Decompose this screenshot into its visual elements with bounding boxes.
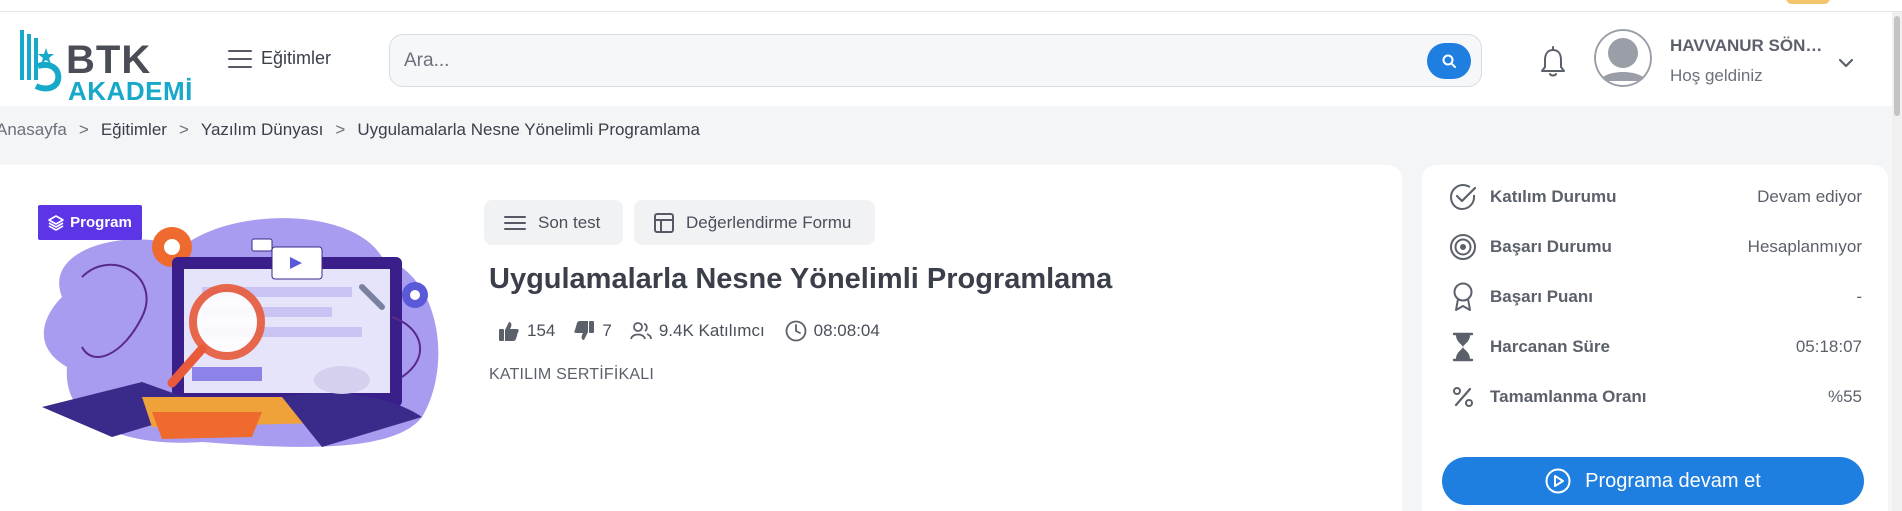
- btk-akademi-logo[interactable]: BTK AKADEMİ: [18, 24, 198, 104]
- education-menu-button[interactable]: Eğitimler: [228, 48, 331, 69]
- evaluation-form-button[interactable]: Değerlendirme Formu: [634, 200, 875, 245]
- check-circle-icon: [1448, 182, 1478, 212]
- chevron-down-icon[interactable]: [1838, 58, 1854, 68]
- search-button[interactable]: [1427, 43, 1471, 79]
- target-icon: [1448, 232, 1478, 262]
- status-row-value: %55: [1827, 387, 1862, 406]
- logo-mark-icon: [20, 30, 62, 92]
- play-circle-icon: [1545, 468, 1571, 494]
- list-icon: [504, 215, 526, 230]
- status-row-score: Başarı Puanı -: [1448, 281, 1862, 313]
- award-icon: [1448, 282, 1478, 312]
- top-notification-pill[interactable]: [1786, 0, 1830, 4]
- user-silhouette-icon: [1594, 29, 1652, 87]
- site-header: BTK AKADEMİ Eğitimler HAVVANUR SÖNMEZ Ho: [0, 12, 1902, 106]
- breadcrumb-separator: >: [178, 120, 189, 139]
- status-row-success: Başarı Durumu Hesaplanmıyor: [1448, 231, 1862, 263]
- status-row-label: Tamamlanma Oranı: [1490, 387, 1647, 406]
- program-badge: Program: [38, 205, 142, 240]
- logo-text-btk: BTK: [66, 38, 152, 82]
- status-row-value: Devam ediyor: [1757, 187, 1862, 206]
- status-row-label: Başarı Puanı: [1490, 287, 1593, 306]
- user-greeting: Hoş geldiniz: [1670, 66, 1763, 85]
- thumbs-up-icon: [499, 322, 519, 341]
- percent-icon: [1448, 382, 1478, 412]
- breadcrumb-educations[interactable]: Eğitimler: [101, 120, 167, 140]
- hourglass-icon: [1448, 332, 1478, 362]
- clock-icon: [785, 320, 807, 342]
- course-duration: 08:08:04: [813, 321, 880, 340]
- like-stat[interactable]: 154: [498, 320, 555, 342]
- continue-program-button[interactable]: Programa devam et: [1442, 457, 1864, 505]
- hamburger-icon: [228, 49, 252, 68]
- search-input[interactable]: [404, 35, 1404, 86]
- breadcrumb-home[interactable]: Anasayfa: [0, 120, 67, 140]
- window-top-strip: [0, 0, 1902, 12]
- logo-text-akademi: AKADEMİ: [68, 76, 193, 106]
- breadcrumb: Anasayfa > Eğitimler > Yazılım Dünyası >…: [0, 120, 700, 140]
- status-row-label: Katılım Durumu: [1490, 187, 1617, 206]
- breadcrumb-software-world[interactable]: Yazılım Dünyası: [201, 120, 324, 140]
- final-test-label: Son test: [538, 212, 601, 232]
- breadcrumb-current: Uygulamalarla Nesne Yönelimli Programlam…: [357, 120, 701, 139]
- form-layout-icon: [654, 212, 674, 233]
- participants-stat: 9.4K Katılımcı: [629, 321, 765, 341]
- user-name: HAVVANUR SÖNMEZ: [1670, 36, 1834, 55]
- status-row-value: -: [1856, 287, 1862, 306]
- status-row-value: 05:18:07: [1795, 337, 1862, 356]
- status-panel: Katılım Durumu Devam ediyor Başarı Durum…: [1422, 165, 1888, 511]
- status-row-completion: Tamamlanma Oranı %55: [1448, 381, 1862, 413]
- status-row-value: Hesaplanmıyor: [1747, 237, 1862, 256]
- dislike-count: 7: [602, 321, 612, 340]
- status-row-label: Harcanan Süre: [1490, 337, 1610, 356]
- page-scrollbar[interactable]: [1892, 12, 1902, 511]
- user-avatar[interactable]: [1594, 29, 1652, 87]
- user-menu[interactable]: HAVVANUR SÖNMEZ Hoş geldiniz: [1670, 36, 1834, 86]
- education-menu-label: Eğitimler: [261, 48, 332, 68]
- breadcrumb-separator: >: [78, 120, 89, 139]
- like-count: 154: [527, 321, 556, 340]
- course-stats: 154 7 9.4K Katılımcı 08:08:04: [498, 320, 880, 342]
- layers-icon: [48, 214, 64, 231]
- status-row-time-spent: Harcanan Süre 05:18:07: [1448, 331, 1862, 363]
- scrollbar-thumb[interactable]: [1894, 16, 1900, 116]
- program-badge-label: Program: [70, 214, 132, 231]
- notification-bell-icon[interactable]: [1538, 46, 1568, 78]
- certificate-label: KATILIM SERTİFİKALI: [489, 366, 655, 383]
- dislike-stat[interactable]: 7: [573, 320, 612, 342]
- search-bar: [389, 34, 1482, 87]
- status-row-participation: Katılım Durumu Devam ediyor: [1448, 181, 1862, 213]
- course-title: Uygulamalarla Nesne Yönelimli Programlam…: [489, 263, 1113, 295]
- users-icon: [629, 322, 652, 340]
- course-illustration: [42, 218, 439, 447]
- search-icon: [1442, 54, 1456, 68]
- duration-stat: 08:08:04: [785, 320, 880, 342]
- status-row-label: Başarı Durumu: [1490, 237, 1612, 256]
- continue-program-label: Programa devam et: [1585, 469, 1761, 492]
- evaluation-form-label: Değerlendirme Formu: [686, 212, 852, 232]
- participants-count: 9.4K Katılımcı: [658, 321, 765, 340]
- breadcrumb-separator: >: [335, 120, 346, 139]
- thumbs-down-icon: [574, 321, 595, 340]
- final-test-button[interactable]: Son test: [484, 200, 623, 245]
- course-card: Program Son test Değerlendirme Formu Uyg…: [0, 165, 1402, 511]
